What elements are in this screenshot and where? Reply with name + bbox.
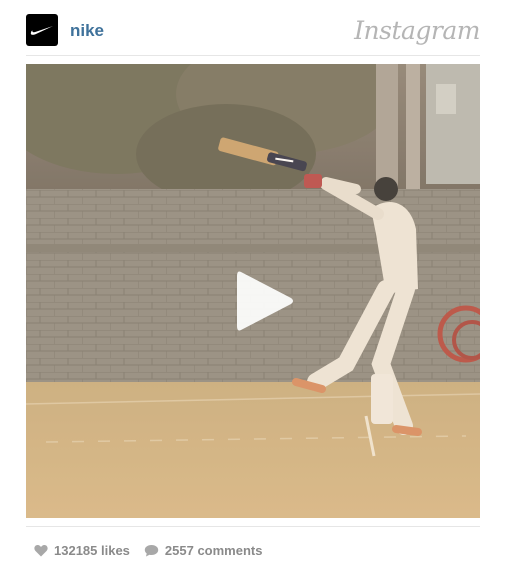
heart-icon [34, 544, 48, 556]
avatar[interactable] [26, 14, 58, 46]
likes-stat[interactable]: 132185 likes [34, 543, 130, 558]
comments-stat[interactable]: 2557 comments [144, 542, 263, 558]
post-stats: 132185 likes 2557 comments [34, 541, 262, 559]
likes-count: 132185 likes [54, 542, 130, 558]
post-header: nike Instagram [26, 14, 480, 48]
header-divider [26, 55, 480, 56]
username-link[interactable]: nike [70, 21, 104, 41]
footer-divider [26, 526, 480, 527]
instagram-wordmark: Instagram [354, 16, 480, 45]
comment-icon [144, 544, 159, 556]
comments-count: 2557 comments [164, 542, 263, 558]
play-icon[interactable] [233, 268, 295, 334]
video-player[interactable] [26, 64, 480, 518]
nike-logo-icon [30, 26, 53, 35]
